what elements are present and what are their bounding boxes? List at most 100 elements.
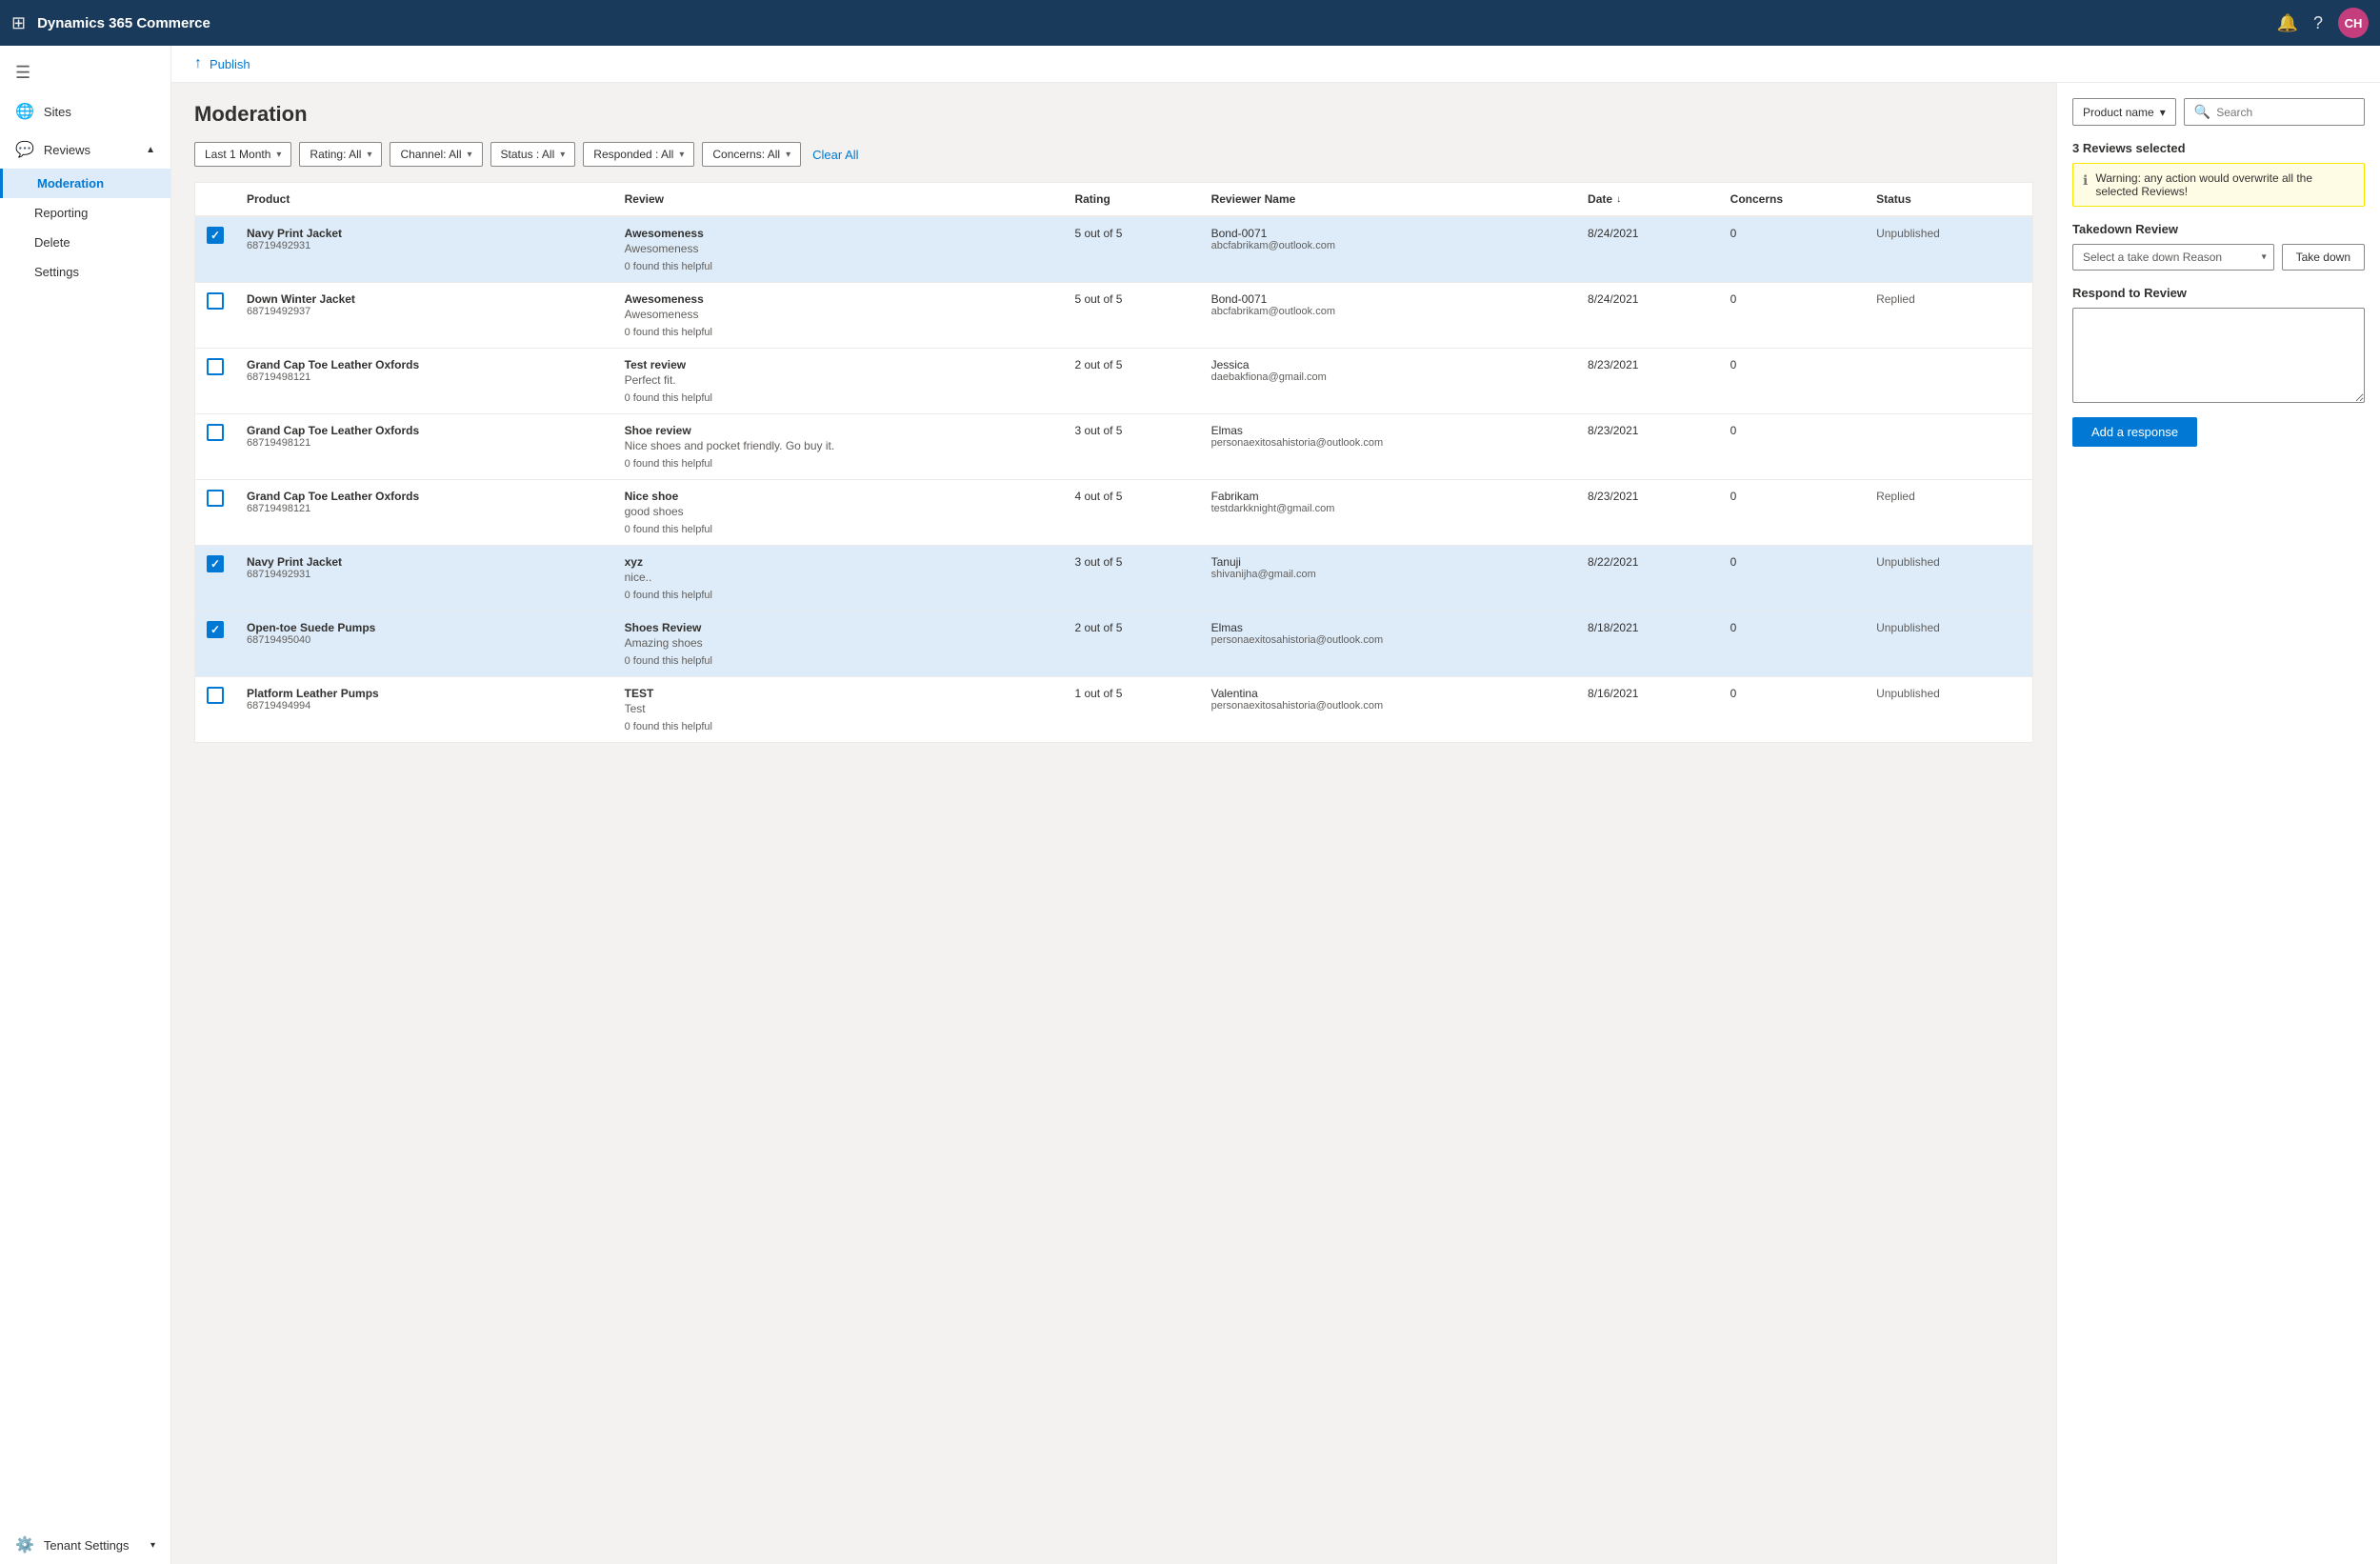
rating-filter[interactable]: Rating: All ▾	[299, 142, 382, 167]
review-cell: Test review Perfect fit. 0 found this he…	[613, 349, 1064, 414]
take-down-button[interactable]: Take down	[2282, 244, 2365, 271]
app-title: Dynamics 365 Commerce	[37, 15, 2265, 31]
row-checkbox[interactable]	[207, 490, 224, 507]
rating-cell: 2 out of 5	[1063, 349, 1199, 414]
product-name-select[interactable]: Product name ▾	[2072, 98, 2176, 126]
date-cell: 8/23/2021	[1576, 349, 1719, 414]
sidebar-item-settings[interactable]: Settings	[0, 257, 170, 287]
sidebar-bottom: ⚙️ Tenant Settings ▾	[0, 1526, 170, 1564]
review-body: Perfect fit.	[625, 373, 1052, 387]
tenant-settings-label: Tenant Settings	[44, 1538, 130, 1553]
reviewer-name: Bond-0071	[1211, 227, 1565, 240]
rating-cell: 1 out of 5	[1063, 677, 1199, 743]
product-cell: Navy Print Jacket 68719492931	[235, 546, 613, 612]
concerns-cell: 0	[1719, 546, 1865, 612]
review-cell: Shoes Review Amazing shoes 0 found this …	[613, 612, 1064, 677]
row-checkbox-cell	[195, 349, 236, 414]
reviewer-email: daebakfiona@gmail.com	[1211, 371, 1565, 383]
row-checkbox[interactable]	[207, 292, 224, 310]
channel-filter[interactable]: Channel: All ▾	[390, 142, 482, 167]
date-filter-label: Last 1 Month	[205, 148, 270, 161]
status-badge: Replied	[1876, 292, 1915, 306]
reviewer-cell: Bond-0071 abcfabrikam@outlook.com	[1200, 216, 1576, 283]
reviewer-cell: Fabrikam testdarkknight@gmail.com	[1200, 480, 1576, 546]
product-cell: Open-toe Suede Pumps 68719495040	[235, 612, 613, 677]
col-status: Status	[1865, 183, 2032, 217]
reviewer-email: testdarkknight@gmail.com	[1211, 503, 1565, 514]
concerns-cell: 0	[1719, 480, 1865, 546]
table-row: Platform Leather Pumps 68719494994 TEST …	[195, 677, 2033, 743]
helpful-count: 0 found this helpful	[625, 721, 1052, 732]
page-title: Moderation	[194, 102, 2033, 127]
concerns-filter-label: Concerns: All	[712, 148, 780, 161]
row-checkbox[interactable]	[207, 555, 224, 572]
status-cell	[1865, 349, 2032, 414]
status-badge: Unpublished	[1876, 555, 1940, 569]
notification-icon[interactable]: 🔔	[2277, 13, 2298, 33]
reviewer-name: Bond-0071	[1211, 292, 1565, 306]
review-title: Test review	[625, 358, 1052, 371]
col-date[interactable]: Date ↓	[1576, 183, 1719, 217]
sidebar-item-reviews[interactable]: 💬 Reviews ▲	[0, 130, 170, 169]
sidebar-item-moderation[interactable]: Moderation	[0, 169, 170, 198]
add-response-button[interactable]: Add a response	[2072, 417, 2197, 447]
row-checkbox[interactable]	[207, 424, 224, 441]
status-cell: Replied	[1865, 480, 2032, 546]
status-cell: Unpublished	[1865, 546, 2032, 612]
page-content: Moderation Last 1 Month ▾ Rating: All ▾ …	[171, 83, 2380, 1564]
col-checkbox	[195, 183, 236, 217]
product-id: 68719492931	[247, 240, 602, 251]
row-checkbox[interactable]	[207, 227, 224, 244]
review-cell: xyz nice.. 0 found this helpful	[613, 546, 1064, 612]
sidebar-item-sites[interactable]: 🌐 Sites	[0, 92, 170, 130]
sidebar-item-label: Sites	[44, 105, 71, 119]
hamburger-button[interactable]: ☰	[0, 53, 170, 92]
table-row: Navy Print Jacket 68719492931 xyz nice..…	[195, 546, 2033, 612]
help-icon[interactable]: ?	[2313, 13, 2323, 33]
search-input-wrap: 🔍	[2184, 98, 2365, 126]
status-filter[interactable]: Status : All ▾	[490, 142, 576, 167]
product-name: Navy Print Jacket	[247, 555, 602, 569]
product-cell: Platform Leather Pumps 68719494994	[235, 677, 613, 743]
takedown-select[interactable]: Select a take down Reason Spam Inappropr…	[2072, 244, 2274, 271]
date-cell: 8/24/2021	[1576, 283, 1719, 349]
publish-button[interactable]: Publish	[210, 57, 250, 71]
status-cell: Unpublished	[1865, 612, 2032, 677]
search-input[interactable]	[2216, 106, 2354, 119]
concerns-cell: 0	[1719, 283, 1865, 349]
sidebar-item-reporting[interactable]: Reporting	[0, 198, 170, 228]
avatar[interactable]: CH	[2338, 8, 2369, 38]
status-badge: Unpublished	[1876, 687, 1940, 700]
row-checkbox-cell	[195, 612, 236, 677]
rating-cell: 3 out of 5	[1063, 414, 1199, 480]
grid-icon[interactable]: ⊞	[11, 13, 26, 33]
row-checkbox[interactable]	[207, 358, 224, 375]
date-filter[interactable]: Last 1 Month ▾	[194, 142, 291, 167]
reviewer-cell: Elmas personaexitosahistoria@outlook.com	[1200, 612, 1576, 677]
product-cell: Grand Cap Toe Leather Oxfords 6871949812…	[235, 414, 613, 480]
selected-count: 3 Reviews selected	[2072, 141, 2365, 155]
warning-text: Warning: any action would overwrite all …	[2095, 171, 2354, 198]
status-cell: Replied	[1865, 283, 2032, 349]
status-filter-label: Status : All	[501, 148, 555, 161]
sidebar-item-tenant-settings[interactable]: ⚙️ Tenant Settings ▾	[0, 1526, 170, 1564]
col-concerns: Concerns	[1719, 183, 1865, 217]
product-id: 68719498121	[247, 503, 602, 514]
globe-icon: 🌐	[15, 102, 34, 121]
reviewer-email: personaexitosahistoria@outlook.com	[1211, 634, 1565, 646]
responded-filter[interactable]: Responded : All ▾	[583, 142, 694, 167]
review-cell: Shoe review Nice shoes and pocket friend…	[613, 414, 1064, 480]
concerns-filter[interactable]: Concerns: All ▾	[702, 142, 801, 167]
row-checkbox[interactable]	[207, 687, 224, 704]
review-cell: Nice shoe good shoes 0 found this helpfu…	[613, 480, 1064, 546]
product-name: Navy Print Jacket	[247, 227, 602, 240]
respond-textarea[interactable]	[2072, 308, 2365, 403]
sidebar-item-delete[interactable]: Delete	[0, 228, 170, 257]
chevron-up-icon: ▲	[146, 145, 155, 155]
helpful-count: 0 found this helpful	[625, 327, 1052, 338]
review-title: Shoe review	[625, 424, 1052, 437]
clear-all-button[interactable]: Clear All	[812, 148, 858, 162]
product-id: 68719494994	[247, 700, 602, 712]
top-navigation: ⊞ Dynamics 365 Commerce 🔔 ? CH	[0, 0, 2380, 46]
row-checkbox[interactable]	[207, 621, 224, 638]
